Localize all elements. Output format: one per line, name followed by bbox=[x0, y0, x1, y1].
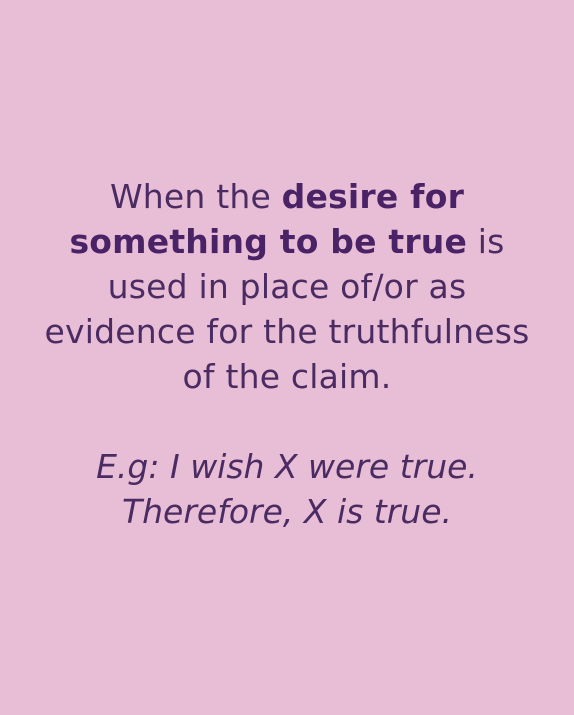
card-content: When the desire for something to be true… bbox=[0, 174, 574, 534]
definition-text: When the desire for something to be true… bbox=[40, 174, 534, 399]
example-line-2: Therefore, X is true. bbox=[121, 492, 453, 531]
definition-part-1: When the bbox=[109, 177, 282, 216]
fallacy-card: When the desire for something to be true… bbox=[0, 0, 574, 715]
example-line-1: E.g: I wish X were true. bbox=[96, 447, 478, 486]
example-text: E.g: I wish X were true. Therefore, X is… bbox=[40, 444, 534, 534]
